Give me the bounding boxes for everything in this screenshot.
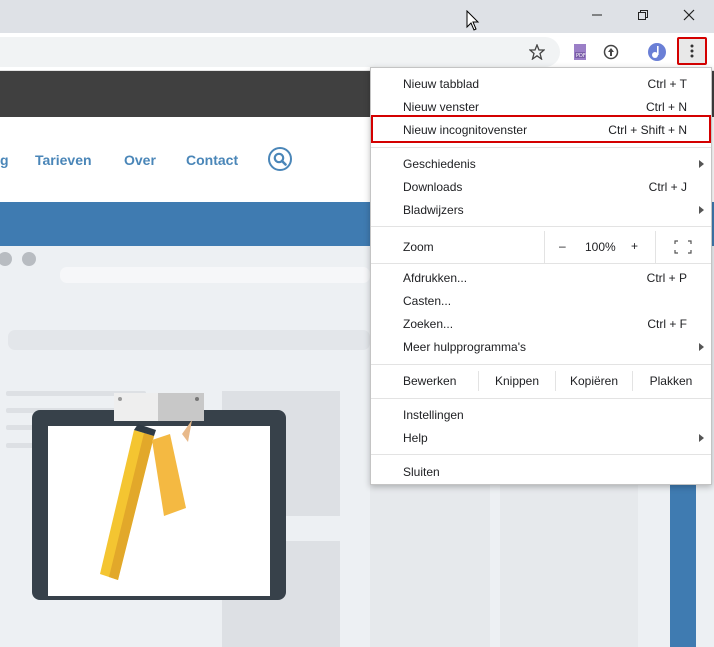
extension-button[interactable] bbox=[600, 41, 622, 63]
close-icon bbox=[683, 9, 695, 21]
search-icon bbox=[273, 152, 287, 166]
menu-item-shortcut: Ctrl + P bbox=[646, 271, 687, 285]
extension-icon bbox=[603, 44, 619, 60]
minimize-icon bbox=[592, 14, 602, 16]
menu-zoom-row: Zoom – 100% + bbox=[371, 231, 711, 263]
menu-item-downloads[interactable]: Downloads Ctrl + J bbox=[371, 176, 711, 199]
mouse-cursor-icon bbox=[466, 10, 480, 31]
menu-edit-row: Bewerken Knippen Kopiëren Plakken bbox=[371, 365, 711, 397]
menu-item-label: Downloads bbox=[403, 180, 463, 194]
menu-separator bbox=[371, 226, 711, 227]
zoom-in-button[interactable]: + bbox=[631, 239, 638, 253]
bookmark-star-button[interactable] bbox=[526, 41, 548, 63]
menu-separator bbox=[371, 147, 711, 148]
chrome-main-menu: Nieuw tabblad Ctrl + T Nieuw venster Ctr… bbox=[370, 67, 712, 485]
nav-link-over[interactable]: Over bbox=[124, 152, 156, 168]
site-search-button[interactable] bbox=[268, 147, 292, 171]
svg-text:PDF: PDF bbox=[576, 53, 586, 59]
menu-item-label: Meer hulpprogramma's bbox=[403, 340, 527, 354]
clipboard-clip-icon bbox=[114, 393, 204, 421]
star-icon bbox=[529, 44, 545, 60]
paste-button[interactable]: Plakken bbox=[633, 365, 709, 397]
menu-item-settings[interactable]: Instellingen bbox=[371, 404, 711, 427]
pdf-extension-icon: PDF bbox=[574, 44, 586, 60]
pdf-extension-button[interactable]: PDF bbox=[569, 41, 591, 63]
more-menu-icon bbox=[690, 44, 694, 58]
illustration-block bbox=[500, 485, 638, 647]
submenu-arrow-icon bbox=[699, 206, 704, 214]
illustration-bar bbox=[8, 330, 370, 350]
illustration-bar bbox=[60, 267, 370, 283]
menu-item-shortcut: Ctrl + T bbox=[647, 77, 687, 91]
minimize-button[interactable] bbox=[574, 0, 620, 30]
profile-icon bbox=[648, 43, 666, 61]
menu-item-label: Nieuw tabblad bbox=[403, 77, 480, 91]
menu-item-print[interactable]: Afdrukken... Ctrl + P bbox=[371, 267, 711, 290]
browser-toolbar: PDF bbox=[0, 33, 714, 71]
maximize-button[interactable] bbox=[620, 0, 666, 30]
menu-separator bbox=[371, 398, 711, 399]
menu-item-label: Instellingen bbox=[403, 408, 464, 422]
pencil-icon bbox=[100, 420, 192, 580]
address-bar[interactable] bbox=[0, 37, 560, 67]
close-window-button[interactable] bbox=[666, 0, 712, 30]
menu-separator bbox=[371, 263, 711, 264]
submenu-arrow-icon bbox=[699, 434, 704, 442]
submenu-arrow-icon bbox=[699, 160, 704, 168]
menu-item-cast[interactable]: Casten... bbox=[371, 290, 711, 313]
menu-item-label: Afdrukken... bbox=[403, 271, 468, 285]
window-dot bbox=[22, 252, 36, 266]
incognito-highlight-box bbox=[371, 115, 711, 143]
menu-item-more-tools[interactable]: Meer hulpprogramma's bbox=[371, 336, 711, 359]
profile-button[interactable] bbox=[646, 41, 668, 63]
menu-item-find[interactable]: Zoeken... Ctrl + F bbox=[371, 313, 711, 336]
edit-label: Bewerken bbox=[403, 374, 457, 388]
menu-item-bookmarks[interactable]: Bladwijzers bbox=[371, 199, 711, 222]
zoom-level: 100% bbox=[585, 240, 616, 254]
menu-item-label: Nieuw venster bbox=[403, 100, 480, 114]
menu-item-label: Zoeken... bbox=[403, 317, 454, 331]
menu-item-label: Sluiten bbox=[403, 465, 440, 479]
menu-item-history[interactable]: Geschiedenis bbox=[371, 153, 711, 176]
menu-item-shortcut: Ctrl + J bbox=[648, 180, 687, 194]
menu-item-new-tab[interactable]: Nieuw tabblad Ctrl + T bbox=[371, 73, 711, 96]
submenu-arrow-icon bbox=[699, 343, 704, 351]
menu-item-label: Bladwijzers bbox=[403, 203, 464, 217]
menu-item-exit[interactable]: Sluiten bbox=[371, 461, 711, 484]
nav-link-partial[interactable]: g bbox=[0, 152, 9, 168]
maximize-icon bbox=[638, 10, 648, 20]
cut-button[interactable]: Knippen bbox=[479, 365, 555, 397]
menu-item-label: Help bbox=[403, 431, 428, 445]
title-bar bbox=[0, 0, 714, 33]
menu-separator bbox=[371, 454, 711, 455]
more-menu-button[interactable] bbox=[677, 37, 707, 65]
menu-item-label: Casten... bbox=[403, 294, 452, 308]
menu-item-help[interactable]: Help bbox=[371, 427, 711, 450]
copy-button[interactable]: Kopiëren bbox=[556, 365, 632, 397]
menu-item-shortcut: Ctrl + F bbox=[647, 317, 687, 331]
zoom-out-button[interactable]: – bbox=[559, 239, 566, 253]
nav-link-tarieven[interactable]: Tarieven bbox=[35, 152, 92, 168]
menu-item-label: Geschiedenis bbox=[403, 157, 476, 171]
fullscreen-icon[interactable] bbox=[674, 240, 692, 254]
zoom-controls: – 100% + bbox=[544, 231, 656, 263]
zoom-label: Zoom bbox=[403, 240, 434, 254]
illustration-block bbox=[370, 485, 490, 647]
menu-item-shortcut: Ctrl + N bbox=[645, 100, 687, 114]
nav-link-contact[interactable]: Contact bbox=[186, 152, 238, 168]
